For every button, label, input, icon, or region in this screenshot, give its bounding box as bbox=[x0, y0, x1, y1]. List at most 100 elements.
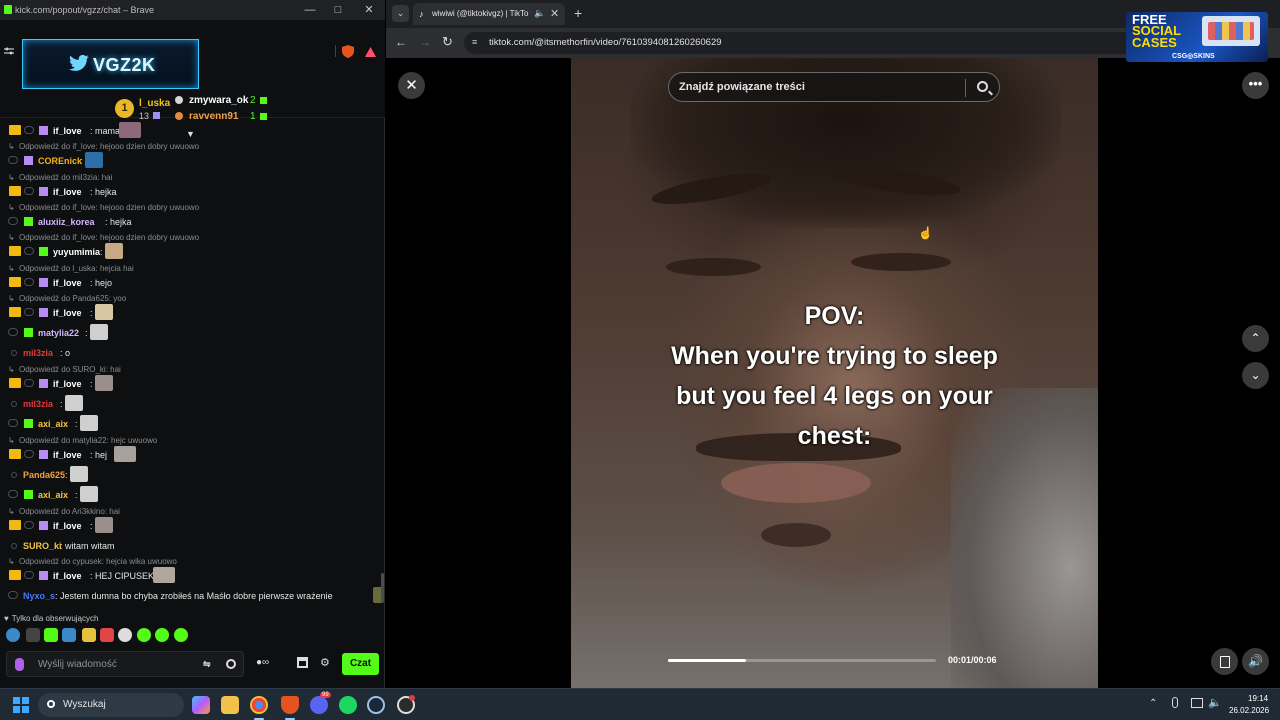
sliders-icon[interactable] bbox=[4, 46, 14, 56]
send-chat-button[interactable]: Czat bbox=[342, 653, 379, 675]
discord-icon[interactable] bbox=[310, 696, 328, 714]
tab-tiktok[interactable]: ♪ wiwiwi (@tiktokivgz) | TikTo 🔈 ✕ bbox=[413, 3, 565, 25]
chat-username[interactable]: axi_aix bbox=[38, 490, 68, 500]
chat-username[interactable]: mil3zia bbox=[23, 348, 53, 358]
picture-in-picture-button[interactable] bbox=[1211, 648, 1238, 675]
video-player[interactable]: POV: When you're trying to sleep but you… bbox=[571, 58, 1098, 688]
taskbar-search[interactable]: Wyszukaj bbox=[38, 693, 184, 717]
search-icon[interactable] bbox=[977, 81, 988, 92]
network-icon[interactable] bbox=[1191, 698, 1203, 708]
chat-input[interactable]: Wyślij wiadomość ⇋ bbox=[6, 651, 244, 677]
chat-username[interactable]: matylia22 bbox=[38, 328, 79, 338]
next-video-button[interactable]: ⌄ bbox=[1242, 362, 1269, 389]
emote-icon[interactable] bbox=[44, 628, 58, 642]
chat-message[interactable]: yuyumimia: bbox=[0, 243, 383, 260]
minimize-icon[interactable]: — bbox=[303, 3, 317, 17]
more-options-button[interactable]: ••• bbox=[1242, 72, 1269, 99]
emote-icon[interactable] bbox=[100, 628, 114, 642]
microphone-tray-icon[interactable] bbox=[1172, 697, 1178, 708]
related-search-input[interactable]: Znajdź powiązane treści bbox=[668, 72, 1000, 102]
chat-scrollbar[interactable] bbox=[381, 573, 384, 603]
leaderboard-first-name[interactable]: l_uska bbox=[139, 98, 170, 109]
previous-video-button[interactable]: ⌃ bbox=[1242, 325, 1269, 352]
brave-shield-icon[interactable] bbox=[342, 45, 354, 58]
translate-icon[interactable]: ⇋ bbox=[203, 659, 211, 670]
address-bar-url[interactable]: tiktok.com/@itsmethorfin/video/761039408… bbox=[489, 37, 722, 48]
chat-username[interactable]: aluxiiz_korea bbox=[38, 217, 95, 227]
reload-icon[interactable]: ↻ bbox=[442, 34, 453, 50]
close-icon[interactable]: ✕ bbox=[362, 3, 376, 17]
copilot-icon[interactable] bbox=[192, 696, 210, 714]
chat-username[interactable]: if_love bbox=[53, 450, 82, 460]
chat-username[interactable]: if_love bbox=[53, 187, 82, 197]
emoji-picker-icon[interactable] bbox=[226, 659, 236, 669]
microphone-icon[interactable] bbox=[15, 658, 24, 671]
windows-start-icon[interactable] bbox=[13, 697, 29, 713]
forward-arrow-icon[interactable]: → bbox=[419, 35, 431, 49]
emote-icon[interactable] bbox=[174, 628, 188, 642]
tab-close-icon[interactable]: ✕ bbox=[550, 7, 559, 20]
chat-message[interactable]: SURO_ki: witam witam bbox=[0, 537, 383, 553]
chat-message[interactable]: COREnick: bbox=[0, 152, 383, 169]
tray-overflow-chevron-icon[interactable]: ⌃ bbox=[1149, 698, 1157, 709]
video-progress-bar[interactable] bbox=[668, 659, 936, 662]
csgo-skins-ad[interactable]: FREE SOCIAL CASES CSG◎SKINS bbox=[1126, 12, 1268, 62]
chat-username[interactable]: axi_aix bbox=[38, 419, 68, 429]
chat-message[interactable]: axi_aix: bbox=[0, 486, 383, 503]
address-bar[interactable]: ≡ tiktok.com/@itsmethorfin/video/7610394… bbox=[464, 32, 1164, 54]
chat-message[interactable]: if_love: HEJ CIPUSEK bbox=[0, 567, 383, 584]
chat-message[interactable]: if_love: mama bbox=[0, 122, 383, 138]
back-arrow-icon[interactable]: ← bbox=[395, 35, 407, 49]
tab-search-chevron-icon[interactable]: ⌄ bbox=[392, 5, 409, 22]
emote-icon[interactable] bbox=[6, 628, 20, 642]
chat-username[interactable]: if_love bbox=[53, 521, 82, 531]
chat-message[interactable]: if_love: bbox=[0, 516, 383, 533]
chat-message[interactable]: mil3zia: o bbox=[0, 344, 383, 360]
close-video-button[interactable]: ✕ bbox=[398, 72, 425, 99]
chat-message[interactable]: matylia22: bbox=[0, 324, 383, 341]
taskbar-search-label[interactable]: Wyszukaj bbox=[63, 699, 106, 710]
chat-username[interactable]: Nyxo_s bbox=[23, 591, 55, 601]
maximize-icon[interactable]: □ bbox=[331, 3, 345, 17]
chat-message[interactable]: if_love: hejka bbox=[0, 183, 383, 199]
clock-date[interactable]: 26.02.2026 bbox=[1229, 706, 1269, 715]
spotify-icon[interactable] bbox=[339, 696, 357, 714]
chat-message[interactable]: if_love: bbox=[0, 303, 383, 320]
file-explorer-icon[interactable] bbox=[221, 696, 239, 714]
chat-username[interactable]: if_love bbox=[53, 571, 82, 581]
volume-tray-icon[interactable]: 🔈 bbox=[1208, 696, 1222, 709]
chat-message[interactable]: mil3zia: bbox=[0, 395, 383, 411]
brave-icon[interactable] bbox=[281, 696, 299, 714]
related-search-placeholder[interactable]: Znajdź powiązane treści bbox=[679, 81, 805, 93]
chat-message[interactable]: Nyxo_s: Jestem dumna bo chyba zrobiłeś na… bbox=[0, 587, 383, 604]
volume-button[interactable]: 🔊 bbox=[1242, 648, 1269, 675]
chat-username[interactable]: if_love bbox=[53, 379, 82, 389]
emote-icon[interactable] bbox=[118, 628, 132, 642]
new-tab-icon[interactable]: + bbox=[574, 5, 582, 21]
emote-icon[interactable] bbox=[26, 628, 40, 642]
chat-username[interactable]: Panda625 bbox=[23, 470, 65, 480]
chat-username[interactable]: COREnick bbox=[38, 156, 82, 166]
chat-username[interactable]: if_love bbox=[53, 308, 82, 318]
leaderboard-second-name[interactable]: zmywara_ok bbox=[189, 95, 248, 106]
channel-points-icon[interactable]: ●∞ bbox=[256, 657, 284, 669]
chat-username[interactable]: if_love bbox=[53, 278, 82, 288]
store-icon[interactable] bbox=[297, 657, 308, 668]
tab-audio-icon[interactable]: 🔈 bbox=[534, 8, 545, 19]
chat-username[interactable]: SURO_ki bbox=[23, 541, 62, 551]
gear-icon[interactable]: ⚙ bbox=[320, 656, 330, 669]
chat-username[interactable]: mil3zia bbox=[23, 399, 53, 409]
clock-time[interactable]: 19:14 bbox=[1248, 694, 1268, 703]
chat-username[interactable]: yuyumimia bbox=[53, 247, 100, 257]
chat-username[interactable]: if_love bbox=[53, 126, 82, 136]
emote-icon[interactable] bbox=[82, 628, 96, 642]
emote-icon[interactable] bbox=[155, 628, 169, 642]
chat-message[interactable]: if_love: bbox=[0, 374, 383, 391]
chat-message[interactable]: Panda625: bbox=[0, 465, 383, 482]
chrome-icon[interactable] bbox=[250, 696, 268, 714]
steam-icon[interactable] bbox=[367, 696, 385, 714]
chat-input-placeholder[interactable]: Wyślij wiadomość bbox=[38, 659, 117, 670]
chat-message[interactable]: aluxiiz_korea: hejka bbox=[0, 213, 383, 229]
chat-message[interactable]: axi_aix: bbox=[0, 415, 383, 432]
warning-icon[interactable] bbox=[365, 47, 376, 57]
